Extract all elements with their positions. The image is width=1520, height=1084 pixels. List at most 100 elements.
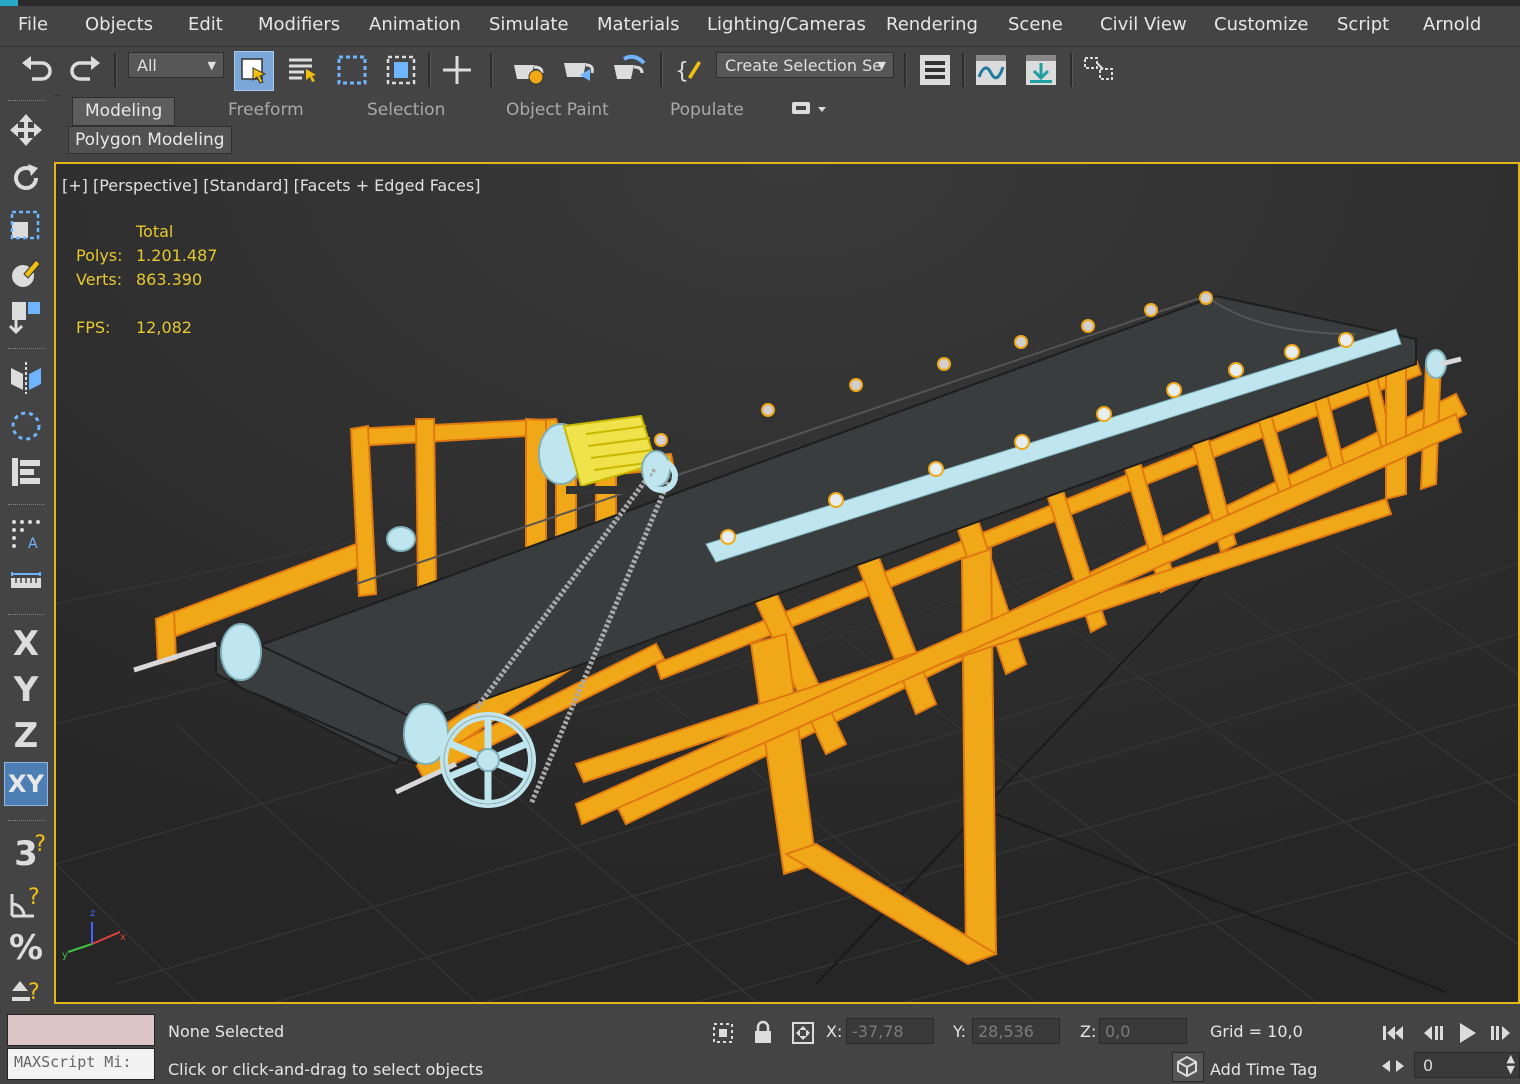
menu-item-arnold[interactable]: Arnold [1423, 14, 1481, 35]
play-icon[interactable] [1452, 1018, 1482, 1048]
menu-item-animation[interactable]: Animation [369, 14, 461, 35]
previous-frame-icon[interactable] [1418, 1018, 1448, 1048]
tab-freeform[interactable]: Freeform [228, 97, 304, 124]
menu-item-rendering[interactable]: Rendering [886, 14, 978, 35]
viewport-label[interactable]: [+] [Perspective] [Standard] [Facets + E… [62, 176, 480, 195]
selection-lock-toggle-icon[interactable] [748, 1018, 778, 1048]
tab-modeling[interactable]: Modeling [72, 97, 176, 126]
menu-item-scene[interactable]: Scene [1008, 14, 1063, 35]
maxscript-label: MAXScript Mi: [14, 1053, 132, 1071]
menu-item-customize[interactable]: Customize [1214, 14, 1308, 35]
add-time-tag[interactable]: Add Time Tag [1210, 1060, 1317, 1079]
align-icon[interactable] [4, 294, 48, 338]
svg-text:?: ? [28, 980, 40, 1005]
render-setup-icon[interactable] [510, 51, 548, 89]
menu-item-edit[interactable]: Edit [188, 14, 223, 35]
tab-modeling-label: Modeling [85, 101, 163, 121]
mirror-icon[interactable] [4, 356, 48, 400]
edit-named-sets-icon[interactable]: { [670, 51, 708, 89]
selection-set-placeholder: Create Selection Se [725, 56, 883, 75]
material-editor-icon[interactable] [1080, 51, 1118, 89]
ribbon-panel-polygon-modeling[interactable]: Polygon Modeling [68, 126, 232, 154]
window-crossing-icon[interactable] [382, 51, 420, 89]
select-object-icon[interactable] [234, 51, 274, 91]
y-axis-constraint[interactable]: Y [4, 668, 48, 712]
x-coord-label: X: [826, 1022, 843, 1041]
snap-icon[interactable]: A [4, 512, 48, 556]
selection-filter-dropdown[interactable]: All ▼ [128, 52, 224, 78]
selection-set-dropdown[interactable]: Create Selection Se ▼ [716, 52, 894, 78]
move-icon[interactable] [4, 108, 48, 152]
menu-item-script[interactable]: Script [1337, 14, 1389, 35]
grid-size: Grid = 10,0 [1210, 1022, 1303, 1041]
next-frame-icon[interactable] [1486, 1018, 1516, 1048]
x-axis-constraint[interactable]: X [4, 622, 48, 666]
stats-header: Total [136, 222, 174, 241]
svg-text:z: z [90, 908, 95, 919]
fps-label: FPS: [76, 318, 111, 337]
isolate-selection-icon[interactable] [708, 1018, 738, 1048]
measure-icon[interactable] [4, 560, 48, 604]
current-frame-value: 0 [1423, 1056, 1434, 1075]
place-icon[interactable] [4, 250, 48, 294]
selection-lock-icon[interactable] [4, 404, 48, 448]
maxscript-listener-output[interactable] [7, 1014, 155, 1046]
menu-item-simulate[interactable]: Simulate [489, 14, 569, 35]
maxscript-mini-listener[interactable]: MAXScript Mi: [7, 1048, 155, 1080]
z-coord-label: Z: [1080, 1022, 1097, 1041]
y-coord-value: 28,536 [978, 1022, 1034, 1041]
x-coord-value: -37,78 [852, 1022, 904, 1041]
xy-plane-constraint[interactable]: XY [4, 762, 48, 806]
svg-text:y: y [62, 950, 68, 961]
menu-item-modifiers[interactable]: Modifiers [258, 14, 340, 35]
x-coord-field[interactable]: -37,78 [846, 1018, 934, 1044]
redo-icon[interactable] [66, 51, 104, 89]
ribbon-options-icon[interactable] [790, 100, 830, 127]
layer-manager-icon[interactable] [916, 51, 954, 89]
status-bar: MAXScript Mi: None Selected Click or cli… [0, 1006, 1520, 1082]
render-production-icon[interactable] [610, 51, 648, 89]
menu-item-lighting-cameras[interactable]: Lighting/Cameras [707, 14, 866, 35]
svg-text:x: x [120, 932, 126, 943]
select-move-icon[interactable] [438, 51, 476, 89]
rendered-frame-window-icon[interactable] [560, 51, 598, 89]
curve-editor-icon[interactable] [972, 51, 1010, 89]
rotate-icon[interactable] [4, 156, 48, 200]
z-coord-field[interactable]: 0,0 [1099, 1018, 1187, 1044]
go-to-start-icon[interactable] [1378, 1018, 1408, 1048]
perspective-viewport[interactable]: z x y [+] [Perspective] [Standard] [Face… [54, 162, 1520, 1004]
verts-value: 863.390 [136, 270, 203, 289]
schematic-view-icon[interactable] [1022, 51, 1060, 89]
z-axis-constraint[interactable]: Z [4, 714, 48, 758]
time-tag-icon[interactable] [1172, 1052, 1204, 1082]
time-config-arrows-icon[interactable] [1380, 1056, 1406, 1076]
svg-text:{: { [675, 59, 689, 84]
snap-3d-icon[interactable]: 3? [4, 832, 48, 876]
menu-item-objects[interactable]: Objects [85, 14, 153, 35]
tab-selection[interactable]: Selection [367, 97, 445, 124]
array-icon[interactable] [4, 450, 48, 494]
menu-item-file[interactable]: File [18, 14, 48, 35]
select-by-name-icon[interactable] [284, 51, 322, 89]
selection-status: None Selected [168, 1022, 285, 1041]
y-axis-label: Y [13, 670, 39, 710]
menu-item-materials[interactable]: Materials [597, 14, 680, 35]
z-coord-value: 0,0 [1105, 1022, 1131, 1041]
svg-text:?: ? [28, 885, 40, 910]
percent-snap-icon[interactable]: % [4, 926, 48, 970]
ribbon: Modeling Freeform Selection Object Paint… [60, 94, 1520, 156]
scale-icon[interactable] [4, 204, 48, 248]
tab-populate[interactable]: Populate [670, 97, 744, 124]
menu-item-civil-view[interactable]: Civil View [1100, 14, 1187, 35]
viewport-scene: z x y [56, 164, 1518, 1002]
tab-object-paint[interactable]: Object Paint [506, 97, 609, 124]
x-axis-label: X [12, 624, 40, 664]
rectangular-selection-icon[interactable] [333, 51, 371, 89]
absolute-mode-transform-icon[interactable] [788, 1018, 818, 1048]
undo-icon[interactable] [18, 51, 56, 89]
tab-selection-label: Selection [367, 100, 446, 120]
y-coord-field[interactable]: 28,536 [972, 1018, 1060, 1044]
polys-label: Polys: [76, 246, 123, 265]
current-frame-field[interactable]: 0 ▲ ▼ [1414, 1052, 1520, 1078]
angle-snap-icon[interactable]: ? [4, 880, 48, 924]
